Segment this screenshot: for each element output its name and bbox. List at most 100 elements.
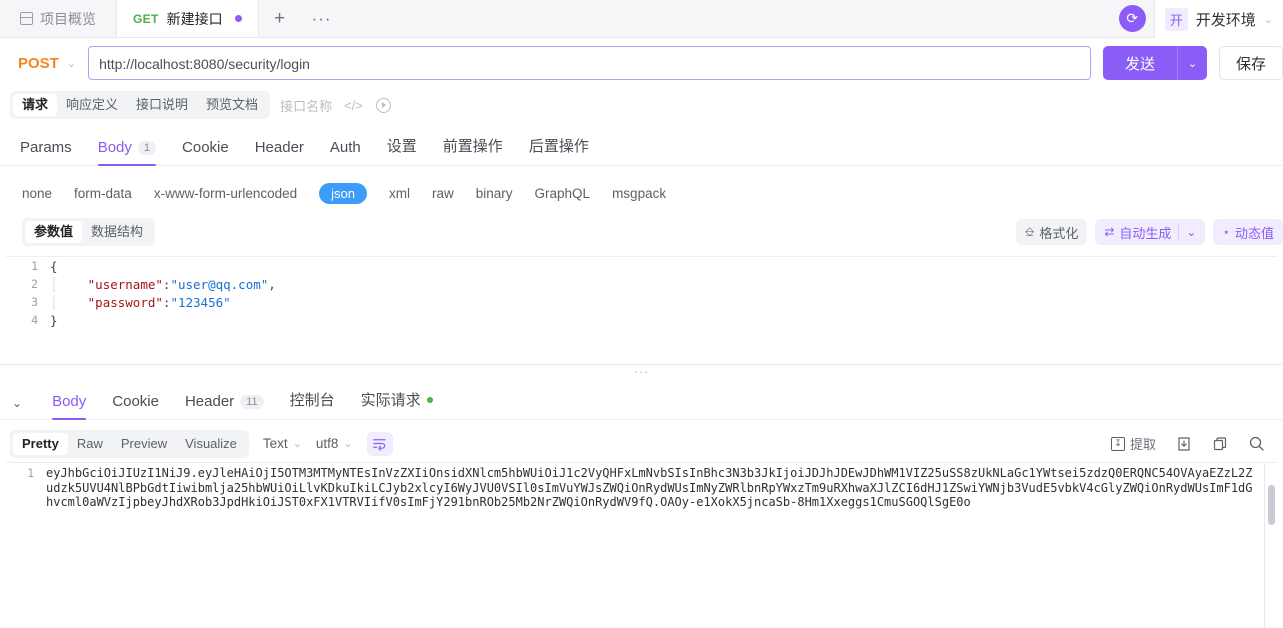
send-button[interactable]: 发送 — [1103, 46, 1177, 80]
extract-button[interactable]: ↧ 提取 — [1111, 434, 1156, 453]
body-type-raw[interactable]: raw — [432, 186, 454, 201]
body-type-msgpack[interactable]: msgpack — [612, 186, 666, 201]
body-type-binary[interactable]: binary — [476, 186, 513, 201]
response-view-visualize[interactable]: Visualize — [176, 433, 246, 455]
environment-selector[interactable]: 开 开发环境 ⌄ — [1154, 0, 1283, 38]
line-number: 2 — [6, 277, 50, 291]
subnav-item-request[interactable]: 请求 — [13, 94, 57, 116]
send-options-chevron-down-icon[interactable]: ⌄ — [1177, 46, 1207, 80]
chevron-down-icon[interactable]: ⌄ — [1186, 225, 1196, 239]
code-line: 4 } — [6, 311, 1277, 329]
indent-guide: │ — [50, 277, 88, 292]
body-type-json[interactable]: json — [319, 183, 367, 204]
download-icon[interactable] — [1176, 436, 1192, 452]
subnav-item-response-def[interactable]: 响应定义 — [57, 94, 127, 116]
response-tabs: ⌄ Body Cookie Header 11 控制台 实际请求 — [0, 378, 1283, 420]
chevron-down-icon: ⌄ — [67, 57, 76, 70]
response-body-text: eyJhbGciOiJIUzI1NiJ9.eyJleHAiOjI5OTM3MTM… — [46, 463, 1277, 510]
autogenerate-button[interactable]: ⇄ 自动生成 ⌄ — [1095, 219, 1205, 245]
tab-new-api-label: 新建接口 — [167, 9, 223, 29]
tab-params[interactable]: Params — [20, 139, 72, 165]
body-type-selector: none form-data x-www-form-urlencoded jso… — [0, 166, 1283, 206]
tab-pre-script-label: 前置操作 — [443, 135, 503, 156]
tab-header[interactable]: Header — [255, 139, 304, 165]
tab-overflow-button[interactable]: ··· — [301, 0, 343, 37]
chevron-down-icon: ⌄ — [1264, 13, 1273, 26]
api-client-window: 项目概览 GET 新建接口 + ··· ⟳ 开 开发环境 ⌄ POST ⌄ ht… — [0, 0, 1283, 628]
autogenerate-label: 自动生成 — [1119, 223, 1171, 242]
response-view-segmented-control: Pretty Raw Preview Visualize — [10, 430, 249, 458]
send-button-group: 发送 ⌄ — [1103, 46, 1207, 80]
tab-header-label: Header — [255, 139, 304, 156]
layout-icon — [20, 12, 33, 25]
response-format-select[interactable]: Text ⌄ — [263, 436, 302, 451]
body-type-none[interactable]: none — [22, 186, 52, 201]
line-number: 1 — [6, 259, 50, 273]
status-dot-icon — [427, 397, 433, 403]
line-number: 4 — [6, 313, 50, 327]
response-view-pretty[interactable]: Pretty — [13, 433, 68, 455]
method-selector[interactable]: POST ⌄ — [8, 46, 88, 80]
refresh-icon: ⇄ — [1104, 225, 1114, 239]
api-name-input[interactable]: 接口名称 — [280, 96, 332, 115]
vertical-scrollbar[interactable] — [1268, 485, 1275, 525]
json-colon: : — [163, 295, 171, 310]
save-button[interactable]: 保存 — [1219, 46, 1283, 80]
chevron-down-icon: ⌄ — [343, 437, 352, 450]
response-body-viewer[interactable]: 1 eyJhbGciOiJIUzI1NiJ9.eyJleHAiOjI5OTM3M… — [6, 462, 1277, 628]
request-body-editor[interactable]: 1 { 2 │ "username" : "user@qq.com" , 3 │… — [6, 256, 1277, 364]
wrap-lines-glyph — [372, 436, 387, 451]
response-tab-cookie[interactable]: Cookie — [112, 393, 159, 419]
response-encoding-select[interactable]: utf8 ⌄ — [316, 436, 353, 451]
response-format-value: Text — [263, 436, 288, 451]
response-tab-actual-request[interactable]: 实际请求 — [361, 389, 433, 419]
tab-post-script-label: 后置操作 — [529, 135, 589, 156]
download-glyph — [1176, 436, 1192, 452]
response-toolbar-actions: ↧ 提取 — [1111, 434, 1283, 453]
new-tab-button[interactable]: + — [259, 0, 301, 37]
panel-splitter[interactable]: ··· — [0, 364, 1283, 378]
response-tab-body[interactable]: Body — [52, 393, 86, 419]
response-tab-header[interactable]: Header 11 — [185, 393, 264, 419]
tab-cookie[interactable]: Cookie — [182, 139, 229, 165]
param-view-schema[interactable]: 数据结构 — [82, 221, 152, 243]
collapse-chevron-down-icon[interactable]: ⌄ — [12, 396, 22, 419]
tab-pre-script[interactable]: 前置操作 — [443, 135, 503, 165]
wrap-lines-icon[interactable] — [367, 432, 393, 456]
response-encoding-value: utf8 — [316, 436, 339, 451]
line-number: 1 — [6, 463, 46, 510]
sync-icon[interactable]: ⟳ — [1119, 5, 1146, 32]
search-icon[interactable] — [1248, 435, 1265, 452]
tab-settings[interactable]: 设置 — [387, 135, 417, 165]
format-button[interactable]: ⎒ 格式化 — [1016, 219, 1087, 245]
copy-icon[interactable] — [1212, 436, 1228, 452]
body-type-xml[interactable]: xml — [389, 186, 410, 201]
tab-post-script[interactable]: 后置操作 — [529, 135, 589, 165]
url-input[interactable]: http://localhost:8080/security/login — [88, 46, 1091, 80]
dynamic-value-button[interactable]: ⋆ 动态值 — [1213, 219, 1283, 245]
subnav-item-api-doc[interactable]: 接口说明 — [127, 94, 197, 116]
line-number: 3 — [6, 295, 50, 309]
editor-toolbar-actions: ⎒ 格式化 ⇄ 自动生成 ⌄ ⋆ 动态值 — [1016, 219, 1283, 245]
subnav-item-preview-doc[interactable]: 预览文档 — [197, 94, 267, 116]
tab-body[interactable]: Body 1 — [98, 139, 156, 165]
response-tab-console[interactable]: 控制台 — [290, 389, 335, 419]
extract-icon: ↧ — [1111, 437, 1125, 451]
json-key: "username" — [88, 277, 163, 292]
param-view-values[interactable]: 参数值 — [25, 221, 82, 243]
json-value: "user@qq.com" — [170, 277, 268, 292]
tab-auth-label: Auth — [330, 139, 361, 156]
body-type-form-data[interactable]: form-data — [74, 186, 132, 201]
tab-project-overview[interactable]: 项目概览 — [0, 0, 117, 37]
response-view-raw[interactable]: Raw — [68, 433, 112, 455]
play-circle-icon[interactable] — [376, 98, 391, 113]
tab-new-api[interactable]: GET 新建接口 — [117, 0, 259, 37]
response-view-preview[interactable]: Preview — [112, 433, 176, 455]
response-tab-console-label: 控制台 — [290, 389, 335, 410]
body-type-urlencoded[interactable]: x-www-form-urlencoded — [154, 186, 297, 201]
code-icon[interactable]: </> — [344, 98, 363, 113]
dynamic-value-label: 动态值 — [1235, 223, 1274, 242]
tab-auth[interactable]: Auth — [330, 139, 361, 165]
response-tab-body-label: Body — [52, 393, 86, 410]
body-type-graphql[interactable]: GraphQL — [535, 186, 591, 201]
